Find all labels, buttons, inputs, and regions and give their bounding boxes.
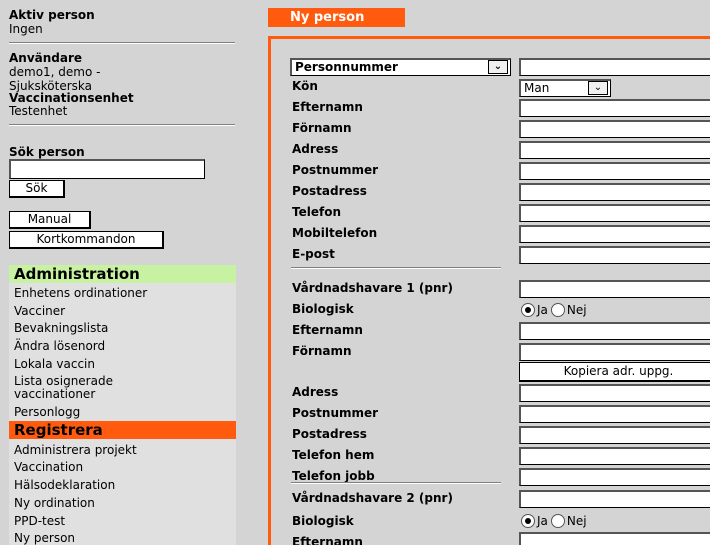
guardian2-biological-label: Biologisk [292, 514, 354, 528]
chevron-down-icon: ⌄ [488, 60, 508, 74]
divider [9, 124, 235, 126]
chevron-down-icon: ⌄ [588, 81, 608, 95]
menu-item-new-order[interactable]: Ny ordination [14, 496, 95, 510]
guardian1-lastname-input[interactable] [519, 322, 710, 340]
manual-button[interactable]: Manual [9, 211, 91, 229]
gender-select-value: Man [524, 81, 550, 95]
mobile-label: Mobiltelefon [292, 226, 378, 240]
sidebar: Aktiv person Ingen Användare demo1, demo… [0, 0, 262, 545]
postaddr-input[interactable] [519, 183, 710, 201]
new-person-form: Personnummer ⌄ Kön Man ⌄ Efternamn Förna… [268, 36, 710, 545]
guardian1-postnr-input[interactable] [519, 405, 710, 423]
guardian1-phone-home-label: Telefon hem [292, 448, 375, 462]
radio-no-label: Nej [566, 514, 587, 528]
gender-select[interactable]: Man ⌄ [519, 79, 611, 97]
search-person-label: Sök person [9, 145, 85, 159]
radio-no-label: Nej [566, 303, 587, 317]
firstname-label: Förnamn [292, 121, 352, 135]
divider [9, 42, 235, 44]
menu-item-person-log[interactable]: Personlogg [14, 405, 80, 419]
guardian1-phone-work-input[interactable] [519, 468, 710, 486]
phone-label: Telefon [292, 205, 341, 219]
active-person-label: Aktiv person [9, 8, 95, 22]
menu-item-ppd-test[interactable]: PPD-test [14, 514, 65, 528]
guardian1-label: Vårdnadshavare 1 (pnr) [292, 281, 453, 295]
gender-label: Kön [292, 79, 318, 93]
id-number-input[interactable] [519, 58, 710, 76]
address-label: Adress [292, 142, 339, 156]
menu-item-unsigned-list-cont[interactable]: vaccinationer [14, 387, 95, 401]
firstname-input[interactable] [519, 120, 710, 138]
guardian1-biological-radio-group: Ja Nej [521, 303, 590, 317]
guardian1-postnr-label: Postnummer [292, 406, 379, 420]
unit-label: Vaccinationsenhet [9, 91, 134, 105]
id-type-select[interactable]: Personnummer ⌄ [290, 58, 511, 76]
user-name: demo1, demo - [9, 65, 101, 79]
guardian1-address-label: Adress [292, 385, 339, 399]
menu-item-vaccination[interactable]: Vaccination [14, 460, 83, 474]
guardian1-phone-home-input[interactable] [519, 447, 710, 465]
menu-item-unsigned-list[interactable]: Lista osignerade [14, 374, 113, 388]
menu-item-health-declaration[interactable]: Hälsodeklaration [14, 478, 115, 492]
radio-yes-label: Ja [537, 514, 548, 528]
guardian1-postaddr-label: Postadress [292, 427, 367, 441]
unit-value: Testenhet [9, 104, 68, 118]
guardian2-biological-no-radio[interactable] [550, 514, 565, 528]
search-button[interactable]: Sök [9, 180, 65, 198]
menu-item-watch-list[interactable]: Bevakningslista [14, 321, 108, 335]
postaddr-label: Postadress [292, 184, 367, 198]
guardian2-biological-yes-radio[interactable] [521, 514, 535, 528]
guardian1-lastname-label: Efternamn [292, 323, 363, 337]
radio-yes-label: Ja [537, 303, 548, 317]
address-input[interactable] [519, 141, 710, 159]
copy-address-button[interactable]: Kopiera adr. uppg. [519, 362, 710, 382]
lastname-input[interactable] [519, 99, 710, 117]
active-person-value: Ingen [9, 22, 43, 36]
menu-item-local-vaccines[interactable]: Lokala vaccin [14, 357, 95, 371]
guardian1-address-input[interactable] [519, 384, 710, 402]
menu-item-vaccines[interactable]: Vacciner [14, 304, 65, 318]
guardian1-biological-yes-radio[interactable] [521, 303, 535, 317]
guardian1-firstname-input[interactable] [519, 343, 710, 361]
menu-item-admin-project[interactable]: Administrera projekt [14, 443, 137, 457]
guardian2-lastname-input[interactable] [519, 532, 710, 545]
email-input[interactable] [519, 246, 710, 264]
menu-item-change-password[interactable]: Ändra lösenord [14, 339, 105, 353]
postnr-input[interactable] [519, 162, 710, 180]
menu-item-new-person[interactable]: Ny person [14, 531, 75, 545]
mobile-input[interactable] [519, 225, 710, 243]
menu-item-unit-orders[interactable]: Enhetens ordinationer [14, 286, 147, 300]
divider [291, 482, 501, 484]
guardian2-label: Vårdnadshavare 2 (pnr) [292, 491, 453, 505]
tab-new-person[interactable]: Ny person [268, 8, 405, 27]
shortcuts-button[interactable]: Kortkommandon [9, 231, 164, 249]
menu-header-register: Registrera [9, 421, 236, 439]
guardian1-phone-work-label: Telefon jobb [292, 469, 375, 483]
guardian1-firstname-label: Förnamn [292, 344, 352, 358]
search-input[interactable] [9, 159, 205, 179]
navigation-menu: Administration Enhetens ordinationer Vac… [9, 265, 236, 545]
guardian1-pnr-input[interactable] [519, 280, 710, 298]
guardian1-biological-label: Biologisk [292, 302, 354, 316]
divider [291, 267, 501, 269]
guardian2-lastname-label: Efternamn [292, 535, 363, 545]
guardian2-pnr-input[interactable] [519, 490, 710, 508]
lastname-label: Efternamn [292, 100, 363, 114]
phone-input[interactable] [519, 204, 710, 222]
email-label: E-post [292, 247, 335, 261]
id-type-select-value: Personnummer [295, 60, 398, 74]
menu-header-administration: Administration [9, 265, 236, 283]
guardian2-biological-radio-group: Ja Nej [521, 514, 590, 528]
guardian1-biological-no-radio[interactable] [550, 303, 565, 317]
guardian1-postaddr-input[interactable] [519, 426, 710, 444]
user-label: Användare [9, 51, 83, 65]
postnr-label: Postnummer [292, 163, 379, 177]
